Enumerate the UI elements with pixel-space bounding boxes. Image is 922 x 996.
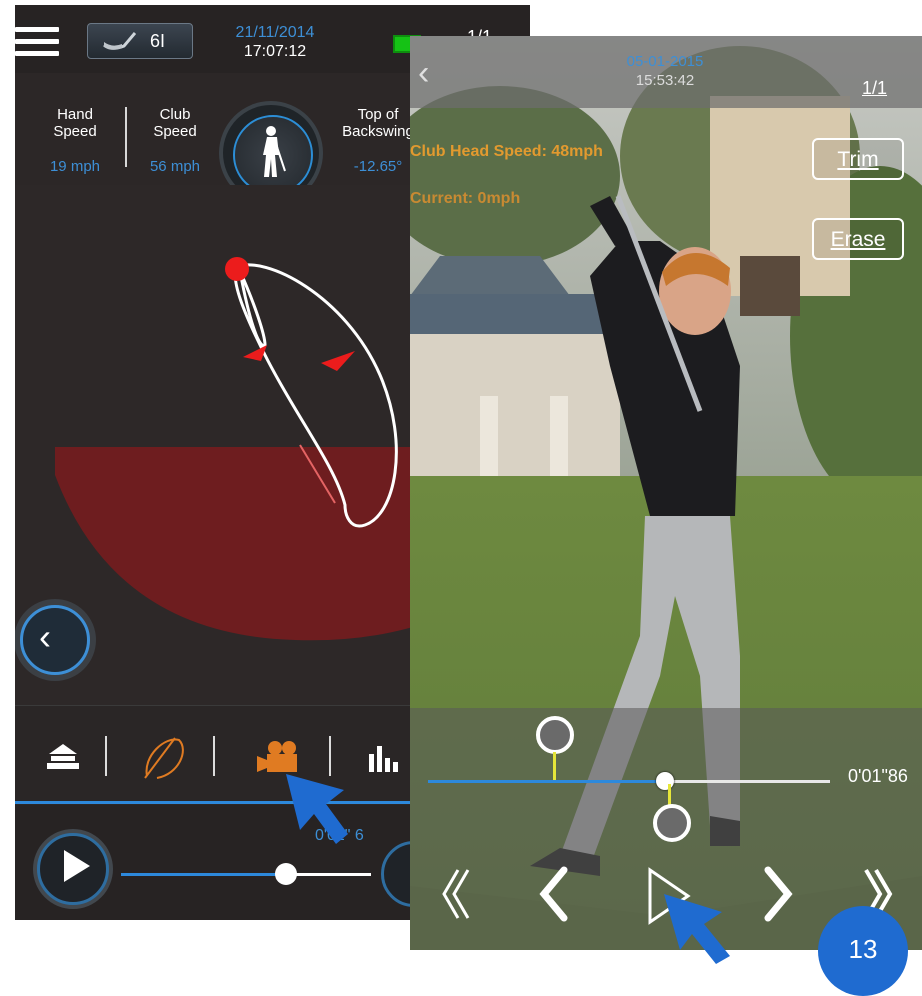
skip-to-start-icon[interactable] xyxy=(436,866,476,922)
right-back-chevron-icon[interactable]: ‹ xyxy=(418,54,429,93)
trim-end-stem xyxy=(668,784,671,806)
pointer-arrow-icon xyxy=(286,774,348,844)
swing-arc-icon[interactable] xyxy=(135,726,195,786)
upload-tray-icon[interactable] xyxy=(33,726,93,786)
left-slider-knob[interactable] xyxy=(275,863,297,885)
club-speed-metric: Club Speed 56 mph xyxy=(135,89,215,192)
left-slider-fill xyxy=(121,873,286,876)
hand-speed-metric: Hand Speed 19 mph xyxy=(35,89,115,192)
club-speed-value: 56 mph xyxy=(149,158,201,175)
trim-button[interactable]: Trim xyxy=(812,138,904,180)
erase-button[interactable]: Erase xyxy=(812,218,904,260)
hand-speed-value: 19 mph xyxy=(49,158,101,175)
right-datetime: 05-01-2015 15:53:42 xyxy=(580,52,750,90)
chevron-left-icon: ‹ xyxy=(39,616,51,657)
club-speed-label: Club Speed xyxy=(153,106,197,140)
trim-start-stem xyxy=(553,752,556,780)
hand-speed-label: Hand Speed xyxy=(53,106,97,140)
left-datetime: 21/11/2014 17:07:12 xyxy=(205,23,345,61)
right-time: 15:53:42 xyxy=(635,72,695,89)
previous-frame-icon[interactable] xyxy=(534,864,574,924)
video-duration: 0'01"86 xyxy=(848,766,908,786)
current-speed-label: Current: 0mph xyxy=(410,190,521,207)
club-label: 6I xyxy=(150,31,166,51)
golf-club-icon xyxy=(103,32,136,50)
trim-end-marker[interactable] xyxy=(653,804,691,842)
backswing-label: Top of Backswing xyxy=(342,106,414,140)
play-icon xyxy=(64,850,90,882)
left-playback-slider[interactable] xyxy=(121,863,371,885)
scrub-knob[interactable] xyxy=(656,772,675,790)
video-scrub-slider[interactable] xyxy=(428,772,830,790)
right-page-indicator[interactable]: 1/1 xyxy=(862,78,887,99)
right-phone-screen: ‹ 05-01-2015 15:53:42 1/1 Club Head Spee… xyxy=(410,36,922,950)
trim-start-marker[interactable] xyxy=(536,716,574,754)
scrub-fill xyxy=(428,780,666,783)
right-top-bar: ‹ 05-01-2015 15:53:42 1/1 xyxy=(410,36,922,108)
tab-divider xyxy=(105,736,107,776)
left-time: 17:07:12 xyxy=(243,43,307,60)
golfer-icon xyxy=(263,126,286,177)
swing-start-marker xyxy=(225,257,249,281)
page-number: 13 xyxy=(848,934,878,964)
page-number-badge: 13 xyxy=(818,906,908,996)
club-select-button[interactable]: 6I xyxy=(87,23,193,59)
club-head-speed-label: Club Head Speed: 48mph xyxy=(410,143,603,160)
left-back-button[interactable]: ‹ xyxy=(20,605,90,675)
metric-divider xyxy=(125,107,127,167)
right-date: 05-01-2015 xyxy=(626,53,704,70)
hamburger-menu-icon[interactable] xyxy=(15,27,59,57)
left-play-button[interactable] xyxy=(37,833,109,905)
left-date: 21/11/2014 xyxy=(235,24,315,41)
pointer-arrow-icon xyxy=(664,894,730,964)
tab-divider xyxy=(213,736,215,776)
next-frame-icon[interactable] xyxy=(758,864,798,924)
